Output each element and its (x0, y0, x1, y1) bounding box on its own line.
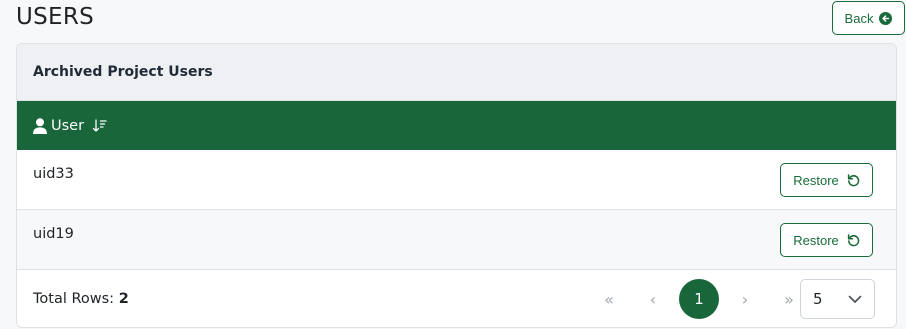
restore-button[interactable]: Restore (780, 223, 873, 257)
user-column-label: User (51, 117, 85, 134)
user-icon (33, 117, 47, 134)
card-title: Archived Project Users (17, 44, 896, 101)
restore-button[interactable]: Restore (780, 163, 873, 197)
prev-page-button[interactable]: ‹ (631, 279, 675, 319)
page-size-select[interactable]: 5 (800, 279, 875, 319)
page-1-button[interactable]: 1 (679, 279, 719, 319)
user-column-header[interactable]: User (33, 118, 108, 134)
restore-label: Restore (793, 172, 839, 188)
back-button[interactable]: Back (832, 1, 905, 35)
page-size-value: 5 (813, 290, 823, 308)
sort-descending-icon (92, 118, 107, 132)
table-header: User (17, 101, 896, 150)
table-row: uid33 Restore (17, 150, 896, 210)
table-row: uid19 Restore (17, 210, 896, 270)
archived-users-card: Archived Project Users User uid33 Restor… (16, 43, 897, 328)
table-footer: Total Rows: 2 « ‹ 1 › » 5 (17, 270, 896, 327)
total-rows-value: 2 (118, 291, 129, 307)
page-title: USERS (16, 4, 95, 30)
pagination: « ‹ 1 › » (587, 279, 811, 319)
chevron-down-icon (848, 295, 862, 303)
arrow-left-circle-icon (879, 11, 893, 25)
first-page-button[interactable]: « (587, 279, 631, 319)
undo-icon (847, 173, 860, 186)
back-label: Back (844, 10, 874, 26)
next-page-button[interactable]: › (723, 279, 767, 319)
user-id: uid19 (33, 226, 74, 242)
undo-icon (847, 233, 860, 246)
restore-label: Restore (793, 232, 839, 248)
user-id: uid33 (33, 166, 74, 182)
total-rows-label: Total Rows: (33, 291, 115, 307)
total-rows: Total Rows: 2 (33, 291, 129, 307)
